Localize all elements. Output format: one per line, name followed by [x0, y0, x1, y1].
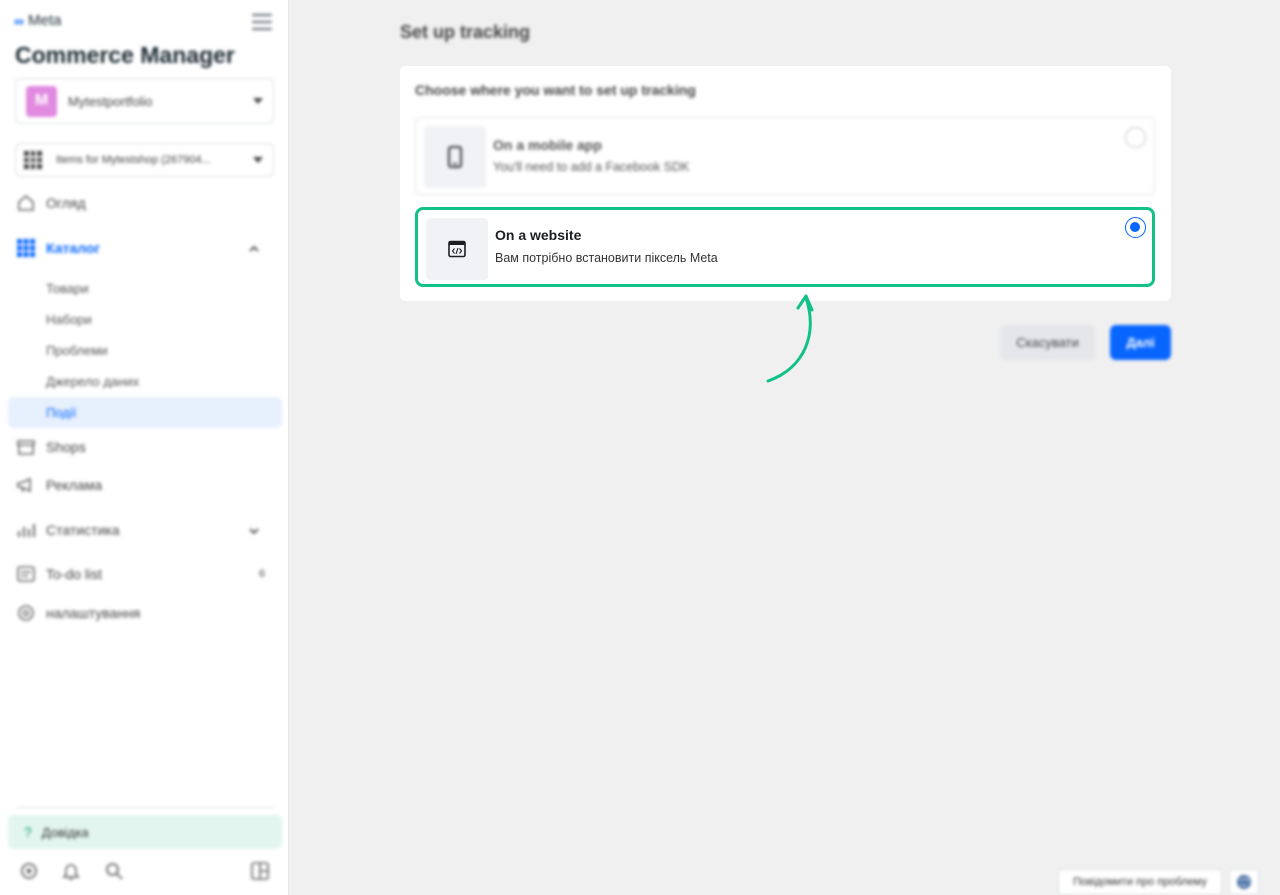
brand-label: Meta [27, 12, 62, 29]
nav-shops[interactable]: Shops [16, 437, 86, 457]
option-website-title: On a website [495, 227, 582, 243]
sidebar: ∞ Meta Commerce Manager M Mytestportfoli… [0, 0, 289, 895]
help-button[interactable]: ? Довідка [8, 815, 282, 849]
option-website-description: Вам потрібно встановити піксель Meta [495, 251, 718, 265]
gear-icon [16, 603, 36, 623]
sidebar-divider [17, 807, 273, 808]
meta-logo-icon: ∞ [14, 12, 24, 29]
account-selector[interactable]: M Mytestportfolio [15, 78, 274, 124]
chevron-down-icon [253, 157, 263, 163]
nav-catalog-label: Каталог [46, 240, 101, 256]
code-window-icon [448, 240, 466, 258]
account-avatar: M [26, 85, 57, 117]
card-heading: Choose where you want to set up tracking [415, 82, 696, 98]
nav-ads[interactable]: Реклама [16, 475, 102, 495]
chevron-down-icon[interactable] [249, 526, 259, 536]
option-website[interactable]: On a website Вам потрібно встановити пік… [415, 207, 1155, 287]
question-icon: ? [24, 824, 32, 840]
option-icon-box [426, 218, 488, 280]
grid-icon [16, 238, 36, 258]
nav-settings[interactable]: налаштування [16, 603, 140, 623]
option-mobile-description: You'll need to add a Facebook SDK [493, 160, 690, 174]
bar-chart-icon [16, 520, 36, 540]
account-name: Mytestportfolio [68, 93, 153, 109]
nav-catalog[interactable]: Каталог [16, 238, 100, 258]
app-title: Commerce Manager [15, 42, 235, 68]
chevron-up-icon[interactable] [249, 244, 259, 254]
report-problem-button[interactable]: Повідомити про проблему [1058, 869, 1222, 895]
catalog-name: Items for Mytestshop (267904... [56, 154, 211, 166]
help-label: Довідка [41, 824, 89, 840]
next-button[interactable]: Далі [1110, 325, 1171, 360]
radio-mobile-app[interactable] [1125, 127, 1146, 148]
sub-nav-events[interactable]: Події [46, 405, 76, 420]
globe-icon [1237, 875, 1251, 889]
option-icon-box [424, 126, 486, 188]
cancel-button[interactable]: Скасувати [1000, 325, 1095, 360]
option-mobile-app[interactable]: On a mobile app You'll need to add a Fac… [415, 117, 1155, 195]
todo-count-badge: 6 [259, 568, 266, 580]
sub-nav-data-sources[interactable]: Джерело даних [46, 374, 139, 389]
hamburger-menu-icon[interactable] [252, 14, 272, 32]
catalog-grid-icon [24, 151, 42, 169]
chevron-down-icon [253, 98, 263, 104]
annotation-arrow-icon [766, 294, 814, 383]
nav-overview-label: Огляд [46, 195, 86, 211]
nav-todo-label: To-do list [46, 566, 103, 582]
nav-ads-label: Реклама [46, 477, 103, 493]
search-icon[interactable] [104, 861, 124, 881]
page-title: Set up tracking [400, 22, 531, 42]
sub-nav-sets[interactable]: Набори [46, 312, 92, 327]
layout-icon[interactable] [250, 861, 270, 881]
home-icon [16, 193, 36, 213]
bell-icon[interactable] [61, 861, 81, 881]
sub-nav-products[interactable]: Товари [46, 281, 89, 296]
option-mobile-title: On a mobile app [493, 137, 602, 153]
nav-todo[interactable]: To-do list [16, 564, 102, 584]
nav-settings-label: налаштування [46, 605, 141, 621]
phone-icon [448, 146, 462, 168]
catalog-selector[interactable]: Items for Mytestshop (267904... [15, 143, 274, 177]
meta-brand[interactable]: ∞ Meta [14, 12, 61, 29]
nav-insights-label: Статистика [46, 522, 120, 538]
nav-insights[interactable]: Статистика [16, 520, 120, 540]
sub-nav-issues[interactable]: Проблеми [46, 343, 108, 358]
radio-website[interactable] [1125, 217, 1146, 238]
megaphone-icon [16, 475, 36, 495]
nav-shops-label: Shops [46, 439, 86, 455]
nav-overview[interactable]: Огляд [16, 193, 86, 213]
settings-icon[interactable] [19, 861, 39, 881]
store-icon [16, 437, 36, 457]
language-globe-button[interactable] [1229, 869, 1259, 895]
checklist-icon [16, 564, 36, 584]
